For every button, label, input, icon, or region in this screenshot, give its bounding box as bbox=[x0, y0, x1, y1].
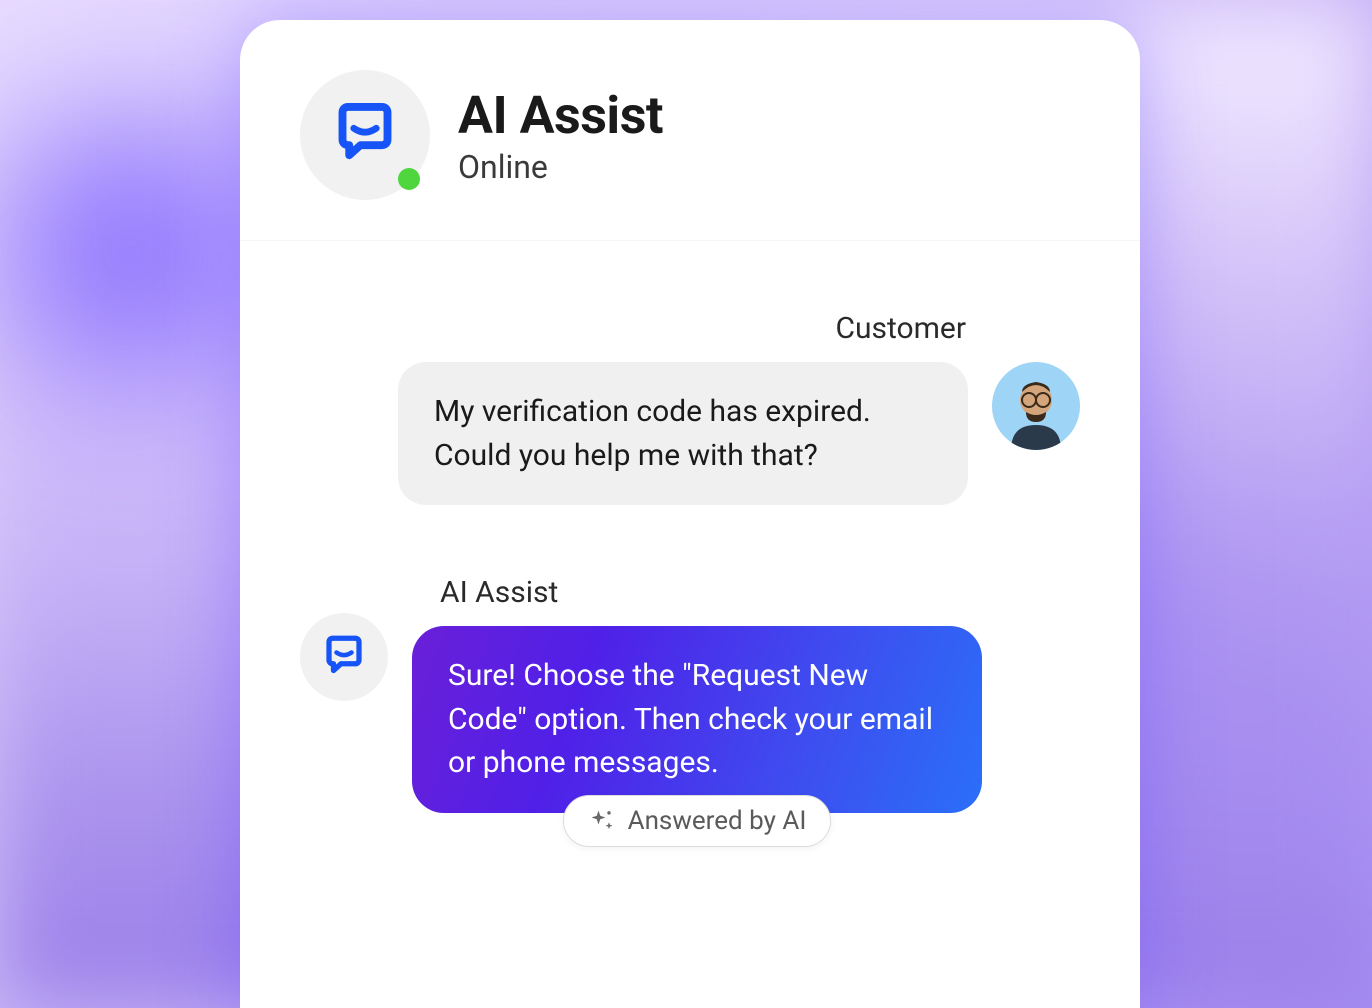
online-status-dot bbox=[398, 168, 420, 190]
answered-by-ai-badge: Answered by AI bbox=[563, 795, 832, 847]
bot-avatar bbox=[300, 70, 430, 200]
chat-body: Customer My verification code has expire… bbox=[240, 241, 1140, 887]
customer-label: Customer bbox=[300, 311, 966, 346]
customer-message-block: Customer My verification code has expire… bbox=[300, 311, 1080, 505]
sparkle-icon bbox=[588, 807, 616, 835]
ai-message-block: AI Assist Sure! Choose the "Request New … bbox=[300, 575, 1080, 847]
chat-bubble-icon bbox=[329, 99, 401, 171]
chat-widget: AI Assist Online Customer My verificatio… bbox=[240, 20, 1140, 1008]
chat-header: AI Assist Online bbox=[240, 20, 1140, 241]
header-text: AI Assist Online bbox=[458, 85, 663, 186]
person-avatar-icon bbox=[996, 370, 1076, 450]
ai-label: AI Assist bbox=[440, 575, 982, 610]
customer-message-bubble: My verification code has expired. Could … bbox=[398, 362, 968, 505]
chat-bubble-icon bbox=[320, 633, 368, 681]
ai-message-bubble: Sure! Choose the "Request New Code" opti… bbox=[412, 626, 982, 813]
customer-avatar bbox=[992, 362, 1080, 450]
chat-title: AI Assist bbox=[458, 85, 663, 146]
chat-status: Online bbox=[458, 148, 663, 186]
ai-avatar bbox=[300, 613, 388, 701]
ai-badge-text: Answered by AI bbox=[628, 806, 807, 836]
